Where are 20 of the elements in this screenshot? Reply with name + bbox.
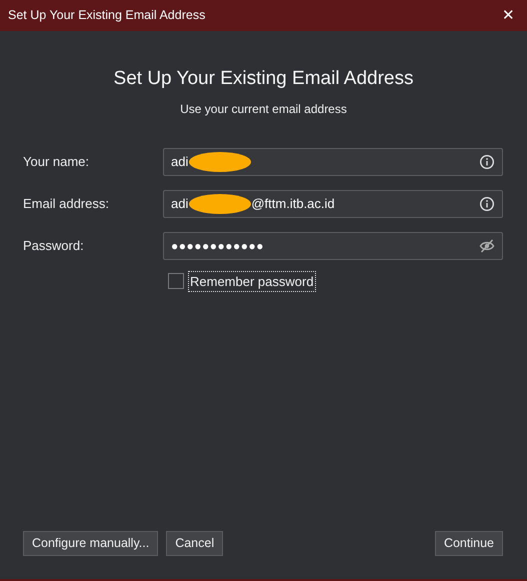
close-button[interactable]: ✕ <box>498 8 519 23</box>
input-field[interactable]: adi @fttm.itb.ac.id <box>163 190 503 218</box>
field-label: Email address: <box>23 194 110 213</box>
window-title: Set Up Your Existing Email Address <box>8 7 206 24</box>
dialog-button[interactable]: Cancel <box>166 531 224 556</box>
checkbox-label[interactable]: Remember password <box>188 270 316 292</box>
redaction-mark <box>189 152 252 172</box>
field-label: Password: <box>23 236 85 255</box>
info-icon[interactable] <box>479 196 495 212</box>
field-label: Your name: <box>23 152 90 171</box>
hidden-eye-icon[interactable] <box>479 238 495 254</box>
password-field[interactable]: ●●●●●●●●●●●● <box>163 232 503 260</box>
dialog-button[interactable]: Configure manually... <box>23 531 158 556</box>
redaction-mark <box>189 194 252 214</box>
dialog-subheading: Use your current email address <box>179 100 348 118</box>
dialog-heading: Set Up Your Existing Email Address <box>112 67 414 91</box>
continue-button[interactable]: Continue <box>434 531 503 556</box>
info-icon[interactable] <box>479 154 495 170</box>
checkbox[interactable] <box>168 273 184 290</box>
input-field[interactable]: adi <box>163 148 503 176</box>
